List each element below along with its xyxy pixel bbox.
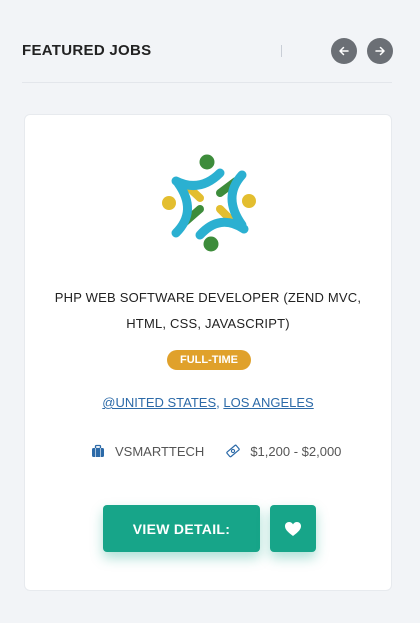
arrow-left-icon <box>339 46 349 56</box>
arrow-right-icon <box>375 46 385 56</box>
location-country-link[interactable]: @UNITED STATES <box>102 395 216 410</box>
company-logo[interactable] <box>160 153 260 253</box>
section-header: FEATURED JOBS <box>0 0 420 100</box>
view-detail-button[interactable]: VIEW DETAIL: <box>103 505 260 552</box>
header-divider <box>281 45 282 57</box>
location-city-link[interactable]: LOS ANGELES <box>223 395 313 410</box>
prev-button[interactable] <box>331 38 357 64</box>
briefcase-icon <box>91 444 105 458</box>
next-button[interactable] <box>367 38 393 64</box>
company-info: VSMARTTECH <box>91 444 204 459</box>
job-title-line-1: PHP WEB SOFTWARE DEVELOPER (ZEND MVC, <box>54 290 362 305</box>
job-type-badge: FULL-TIME <box>167 350 251 370</box>
company-name: VSMARTTECH <box>115 443 205 459</box>
section-title: FEATURED JOBS <box>22 42 152 59</box>
job-meta: VSMARTTECH $1,200 - $2,000 <box>91 441 341 461</box>
salary-range: $1,200 - $2,000 <box>250 443 342 459</box>
job-title-line-2: HTML, CSS, JAVASCRIPT) <box>126 316 290 331</box>
heart-icon <box>285 521 301 536</box>
header-underline <box>22 82 392 83</box>
job-location: @UNITED STATES, LOS ANGELES <box>25 395 391 410</box>
money-icon <box>226 444 241 458</box>
job-title[interactable]: PHP WEB SOFTWARE DEVELOPER (ZEND MVC, HT… <box>49 285 367 337</box>
favorite-button[interactable] <box>270 505 316 552</box>
salary-info: $1,200 - $2,000 <box>226 444 341 459</box>
job-card: PHP WEB SOFTWARE DEVELOPER (ZEND MVC, HT… <box>24 114 392 591</box>
